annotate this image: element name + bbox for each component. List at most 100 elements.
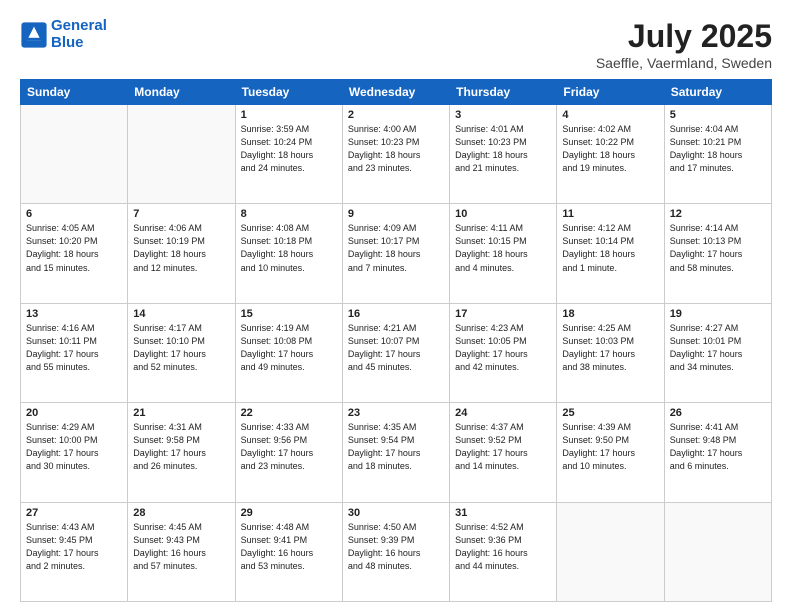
day-number: 19: [670, 308, 766, 320]
cell-details: Sunrise: 4:14 AM Sunset: 10:13 PM Daylig…: [670, 222, 766, 274]
day-number: 3: [455, 109, 551, 121]
calendar-cell: 16 Sunrise: 4:21 AM Sunset: 10:07 PM Dayl…: [342, 303, 449, 402]
calendar-cell: 3 Sunrise: 4:01 AM Sunset: 10:23 PM Dayli…: [450, 105, 557, 204]
calendar-cell: 20 Sunrise: 4:29 AM Sunset: 10:00 PM Dayl…: [21, 403, 128, 502]
day-number: 7: [133, 208, 229, 220]
calendar-cell: 12Sunrise: 4:14 AM Sunset: 10:13 PM Dayl…: [664, 204, 771, 303]
calendar-cell: 1 Sunrise: 3:59 AM Sunset: 10:24 PM Dayli…: [235, 105, 342, 204]
day-number: 5: [670, 109, 766, 121]
day-number: 13: [26, 308, 122, 320]
day-number: 20: [26, 407, 122, 419]
day-number: 15: [241, 308, 337, 320]
day-number: 8: [241, 208, 337, 220]
day-number: 10: [455, 208, 551, 220]
calendar-cell: 21 Sunrise: 4:31 AM Sunset: 9:58 PM Dayli…: [128, 403, 235, 502]
cell-details: Sunrise: 4:09 AM Sunset: 10:17 PM Daylig…: [348, 222, 444, 274]
day-number: 31: [455, 507, 551, 519]
day-number: 28: [133, 507, 229, 519]
cell-details: Sunrise: 4:17 AM Sunset: 10:10 PM Daylig…: [133, 322, 229, 374]
day-number: 18: [562, 308, 658, 320]
cell-details: Sunrise: 4:33 AM Sunset: 9:56 PM Dayligh…: [241, 421, 337, 473]
cell-details: Sunrise: 4:25 AM Sunset: 10:03 PM Daylig…: [562, 322, 658, 374]
day-number: 29: [241, 507, 337, 519]
calendar-cell: 11 Sunrise: 4:12 AM Sunset: 10:14 PM Dayl…: [557, 204, 664, 303]
sub-title: Saeffle, Vaermland, Sweden: [596, 55, 772, 71]
day-number: 24: [455, 407, 551, 419]
day-number: 16: [348, 308, 444, 320]
logo-text: General Blue: [51, 18, 107, 51]
calendar-cell: 7Sunrise: 4:06 AM Sunset: 10:19 PM Dayli…: [128, 204, 235, 303]
day-number: 11: [562, 208, 658, 220]
title-block: July 2025 Saeffle, Vaermland, Sweden: [596, 18, 772, 71]
cell-details: Sunrise: 4:43 AM Sunset: 9:45 PM Dayligh…: [26, 521, 122, 573]
calendar-cell: 30Sunrise: 4:50 AM Sunset: 9:39 PM Dayli…: [342, 502, 449, 601]
calendar-cell: 15 Sunrise: 4:19 AM Sunset: 10:08 PM Dayl…: [235, 303, 342, 402]
cell-details: Sunrise: 4:19 AM Sunset: 10:08 PM Daylig…: [241, 322, 337, 374]
calendar-cell: 9 Sunrise: 4:09 AM Sunset: 10:17 PM Dayli…: [342, 204, 449, 303]
calendar-cell: 25Sunrise: 4:39 AM Sunset: 9:50 PM Dayli…: [557, 403, 664, 502]
day-number: 1: [241, 109, 337, 121]
main-title: July 2025: [596, 18, 772, 55]
day-number: 21: [133, 407, 229, 419]
logo-line2: Blue: [51, 34, 84, 51]
cell-details: Sunrise: 4:41 AM Sunset: 9:48 PM Dayligh…: [670, 421, 766, 473]
cell-details: Sunrise: 4:52 AM Sunset: 9:36 PM Dayligh…: [455, 521, 551, 573]
calendar-cell: 17Sunrise: 4:23 AM Sunset: 10:05 PM Dayl…: [450, 303, 557, 402]
cell-details: Sunrise: 4:29 AM Sunset: 10:00 PM Daylig…: [26, 421, 122, 473]
col-header-sunday: Sunday: [21, 80, 128, 105]
calendar-cell: [557, 502, 664, 601]
calendar-cell: 14Sunrise: 4:17 AM Sunset: 10:10 PM Dayl…: [128, 303, 235, 402]
page: General Blue July 2025 Saeffle, Vaermlan…: [0, 0, 792, 612]
logo-icon: [20, 21, 48, 49]
cell-details: Sunrise: 4:21 AM Sunset: 10:07 PM Daylig…: [348, 322, 444, 374]
day-number: 6: [26, 208, 122, 220]
calendar-cell: [128, 105, 235, 204]
calendar-cell: 8Sunrise: 4:08 AM Sunset: 10:18 PM Dayli…: [235, 204, 342, 303]
col-header-wednesday: Wednesday: [342, 80, 449, 105]
cell-details: Sunrise: 4:16 AM Sunset: 10:11 PM Daylig…: [26, 322, 122, 374]
week-row-1: 6 Sunrise: 4:05 AM Sunset: 10:20 PM Dayli…: [21, 204, 772, 303]
calendar-header-row: SundayMondayTuesdayWednesdayThursdayFrid…: [21, 80, 772, 105]
day-number: 23: [348, 407, 444, 419]
week-row-3: 20 Sunrise: 4:29 AM Sunset: 10:00 PM Dayl…: [21, 403, 772, 502]
calendar-cell: 27 Sunrise: 4:43 AM Sunset: 9:45 PM Dayli…: [21, 502, 128, 601]
cell-details: Sunrise: 4:12 AM Sunset: 10:14 PM Daylig…: [562, 222, 658, 274]
cell-details: Sunrise: 4:00 AM Sunset: 10:23 PM Daylig…: [348, 123, 444, 175]
day-number: 26: [670, 407, 766, 419]
col-header-friday: Friday: [557, 80, 664, 105]
calendar-cell: 10Sunrise: 4:11 AM Sunset: 10:15 PM Dayl…: [450, 204, 557, 303]
calendar-cell: 24 Sunrise: 4:37 AM Sunset: 9:52 PM Dayli…: [450, 403, 557, 502]
cell-details: Sunrise: 4:48 AM Sunset: 9:41 PM Dayligh…: [241, 521, 337, 573]
logo-line1: General: [51, 17, 107, 34]
calendar-cell: 31 Sunrise: 4:52 AM Sunset: 9:36 PM Dayli…: [450, 502, 557, 601]
day-number: 9: [348, 208, 444, 220]
col-header-saturday: Saturday: [664, 80, 771, 105]
calendar-cell: 13 Sunrise: 4:16 AM Sunset: 10:11 PM Dayl…: [21, 303, 128, 402]
calendar-cell: 29 Sunrise: 4:48 AM Sunset: 9:41 PM Dayli…: [235, 502, 342, 601]
cell-details: Sunrise: 4:05 AM Sunset: 10:20 PM Daylig…: [26, 222, 122, 274]
calendar-cell: [21, 105, 128, 204]
col-header-monday: Monday: [128, 80, 235, 105]
calendar-cell: 26 Sunrise: 4:41 AM Sunset: 9:48 PM Dayli…: [664, 403, 771, 502]
col-header-tuesday: Tuesday: [235, 80, 342, 105]
calendar-cell: 23Sunrise: 4:35 AM Sunset: 9:54 PM Dayli…: [342, 403, 449, 502]
calendar-cell: 18 Sunrise: 4:25 AM Sunset: 10:03 PM Dayl…: [557, 303, 664, 402]
calendar-cell: 4 Sunrise: 4:02 AM Sunset: 10:22 PM Dayli…: [557, 105, 664, 204]
day-number: 22: [241, 407, 337, 419]
cell-details: Sunrise: 4:27 AM Sunset: 10:01 PM Daylig…: [670, 322, 766, 374]
cell-details: Sunrise: 4:37 AM Sunset: 9:52 PM Dayligh…: [455, 421, 551, 473]
cell-details: Sunrise: 3:59 AM Sunset: 10:24 PM Daylig…: [241, 123, 337, 175]
calendar-cell: 22 Sunrise: 4:33 AM Sunset: 9:56 PM Dayli…: [235, 403, 342, 502]
day-number: 2: [348, 109, 444, 121]
day-number: 27: [26, 507, 122, 519]
calendar-table: SundayMondayTuesdayWednesdayThursdayFrid…: [20, 79, 772, 602]
cell-details: Sunrise: 4:01 AM Sunset: 10:23 PM Daylig…: [455, 123, 551, 175]
cell-details: Sunrise: 4:04 AM Sunset: 10:21 PM Daylig…: [670, 123, 766, 175]
cell-details: Sunrise: 4:31 AM Sunset: 9:58 PM Dayligh…: [133, 421, 229, 473]
cell-details: Sunrise: 4:50 AM Sunset: 9:39 PM Dayligh…: [348, 521, 444, 573]
calendar-cell: [664, 502, 771, 601]
cell-details: Sunrise: 4:45 AM Sunset: 9:43 PM Dayligh…: [133, 521, 229, 573]
logo: General Blue: [20, 18, 107, 51]
day-number: 4: [562, 109, 658, 121]
cell-details: Sunrise: 4:02 AM Sunset: 10:22 PM Daylig…: [562, 123, 658, 175]
